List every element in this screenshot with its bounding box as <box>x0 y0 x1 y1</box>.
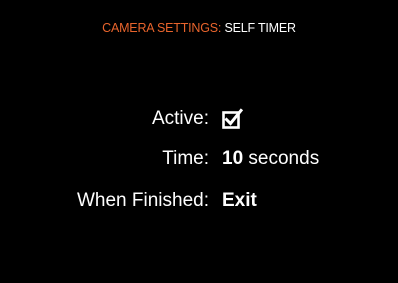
when-finished-setting-row[interactable]: When Finished: Exit <box>0 190 398 220</box>
time-setting-row[interactable]: Time: 10 seconds <box>0 148 398 178</box>
when-finished-value: Exit <box>222 190 257 211</box>
header-section-label: CAMERA SETTINGS: <box>102 21 222 35</box>
active-setting-row[interactable]: Active: <box>0 108 398 138</box>
camera-settings-screen: CAMERA SETTINGS: SELF TIMER Active: Time… <box>0 0 398 283</box>
time-number: 10 <box>222 148 244 169</box>
active-label: Active: <box>151 108 209 129</box>
time-unit: seconds <box>248 148 320 169</box>
header-page-title: SELF TIMER <box>224 21 296 35</box>
screen-header: CAMERA SETTINGS: SELF TIMER <box>0 21 398 35</box>
when-finished-label: When Finished: <box>76 190 209 211</box>
checkbox-checked-icon[interactable] <box>222 108 244 130</box>
time-value: 10 seconds <box>222 148 319 170</box>
time-label: Time: <box>162 148 209 169</box>
